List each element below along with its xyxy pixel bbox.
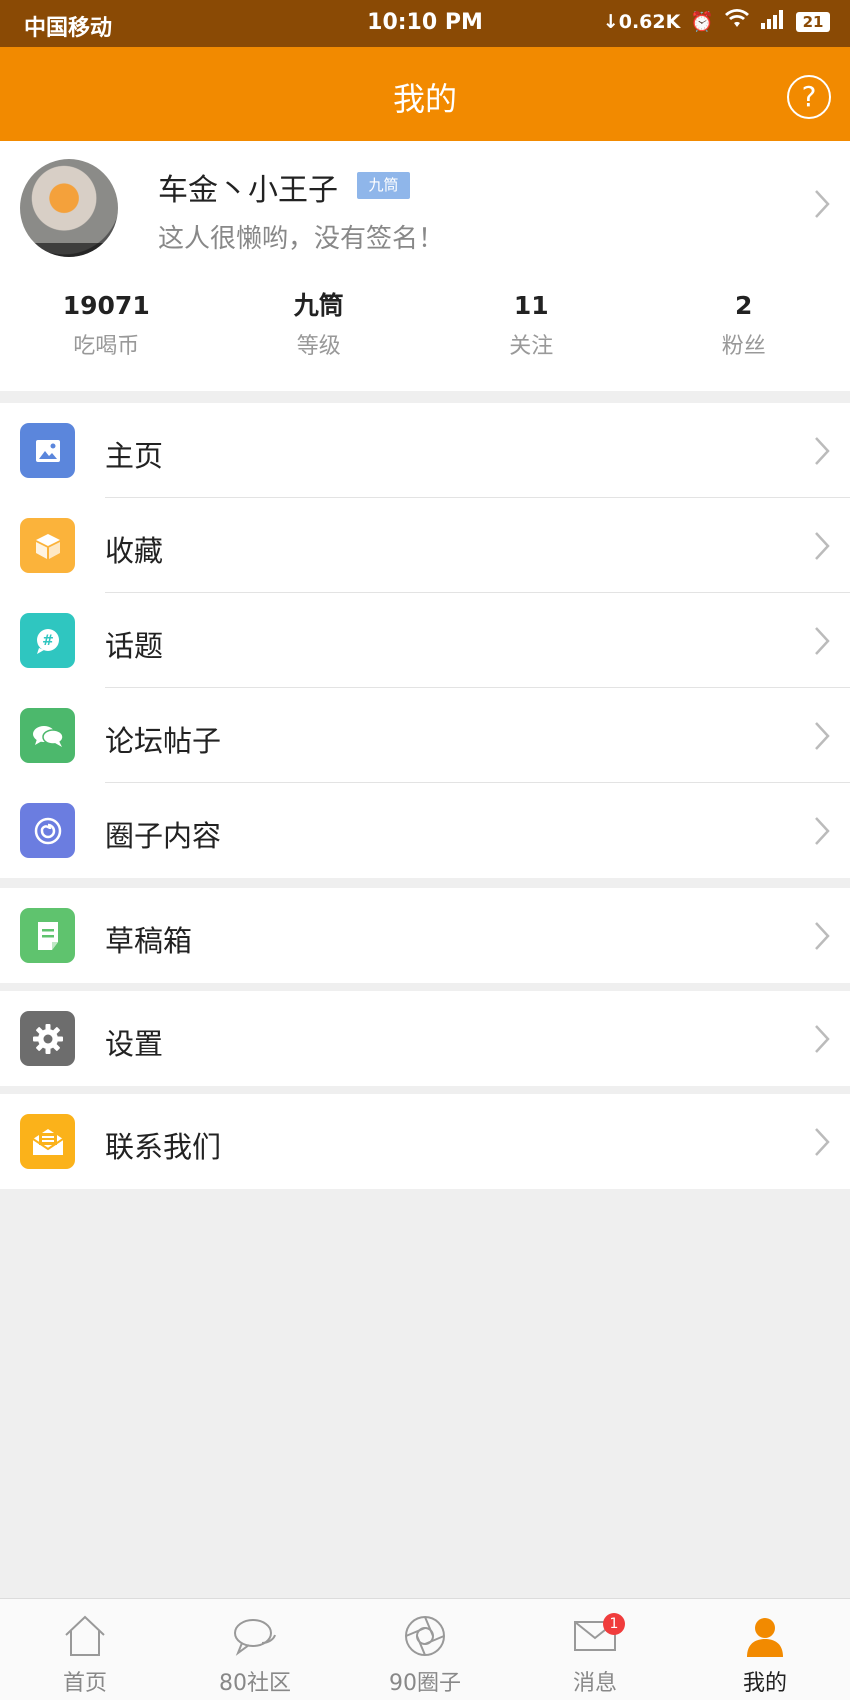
swirl-icon [20, 803, 75, 858]
chevron-right-icon [814, 721, 830, 751]
stat-coins[interactable]: 19071 吃喝币 [0, 288, 213, 368]
message-count-badge: 1 [603, 1613, 625, 1635]
menu-group-main: 主页 收藏 # 话题 论坛帖子 圈子内容 [0, 403, 850, 878]
tab-home[interactable]: 首页 [0, 1599, 170, 1700]
menu-item-forum-posts[interactable]: 论坛帖子 [0, 688, 850, 783]
download-speed: ↓0.62K [602, 10, 681, 33]
menu-item-drafts[interactable]: 草稿箱 [0, 888, 850, 983]
profile-stats: 19071 吃喝币 九筒 等级 11 关注 2 粉丝 [0, 288, 850, 368]
menu-item-circle-content[interactable]: 圈子内容 [0, 783, 850, 878]
chat-icon [234, 1619, 276, 1656]
avatar[interactable] [20, 159, 118, 257]
chevron-right-icon [814, 626, 830, 656]
menu-group-contact: 联系我们 [0, 1094, 850, 1189]
battery-icon: 21 [796, 11, 830, 32]
username: 车金丶小王子 [158, 173, 338, 208]
tab-community-80[interactable]: 80社区 [170, 1599, 340, 1700]
stat-following[interactable]: 11 关注 [425, 288, 638, 368]
menu-group-settings: 设置 [0, 991, 850, 1086]
menu-item-topics[interactable]: # 话题 [0, 593, 850, 688]
help-icon[interactable]: ? [787, 75, 831, 119]
signature: 这人很懒哟，没有签名！ [158, 224, 445, 254]
stat-level[interactable]: 九筒 等级 [213, 288, 426, 368]
tab-messages[interactable]: 1 消息 [510, 1599, 680, 1700]
menu-item-homepage[interactable]: 主页 [0, 403, 850, 498]
tab-mine[interactable]: 我的 [680, 1599, 850, 1700]
menu-item-favorites[interactable]: 收藏 [0, 498, 850, 593]
tab-circle-90[interactable]: 90圈子 [340, 1599, 510, 1700]
menu-item-settings[interactable]: 设置 [0, 991, 850, 1086]
hashtag-bubble-icon: # [20, 613, 75, 668]
status-bar: 中国移动 10:10 PM ↓0.62K ⏰ 21 [0, 0, 850, 47]
envelope-icon [20, 1114, 75, 1169]
menu-group-drafts: 草稿箱 [0, 888, 850, 983]
bottom-tab-bar: 首页 80社区 90圈子 1 消息 我的 [0, 1598, 850, 1700]
chevron-right-icon[interactable] [814, 189, 830, 219]
app-header: 我的 ? [0, 47, 850, 141]
box-icon [20, 518, 75, 573]
status-icons: ↓0.62K ⏰ 21 [603, 9, 830, 34]
chevron-right-icon [814, 921, 830, 951]
alarm-icon: ⏰ [690, 11, 714, 33]
document-icon [20, 908, 75, 963]
stat-followers[interactable]: 2 粉丝 [638, 288, 850, 368]
level-badge: 九筒 [357, 172, 410, 199]
person-icon [747, 1618, 783, 1657]
chevron-right-icon [814, 1024, 830, 1054]
chevron-right-icon [814, 531, 830, 561]
menu-item-contact-us[interactable]: 联系我们 [0, 1094, 850, 1189]
home-icon [65, 1615, 105, 1656]
profile-card: 车金丶小王子 九筒 这人很懒哟，没有签名！ 19071 吃喝币 九筒 等级 11… [0, 141, 850, 391]
wifi-icon [724, 9, 750, 34]
svg-text:#: # [42, 633, 54, 649]
image-icon [20, 423, 75, 478]
chevron-right-icon [814, 1127, 830, 1157]
gear-icon [20, 1011, 75, 1066]
page-title: 我的 [392, 80, 457, 118]
signal-icon [760, 9, 786, 34]
chevron-right-icon [814, 816, 830, 846]
chevron-right-icon [814, 436, 830, 466]
chat-bubbles-icon [20, 708, 75, 763]
aperture-icon [405, 1616, 445, 1656]
